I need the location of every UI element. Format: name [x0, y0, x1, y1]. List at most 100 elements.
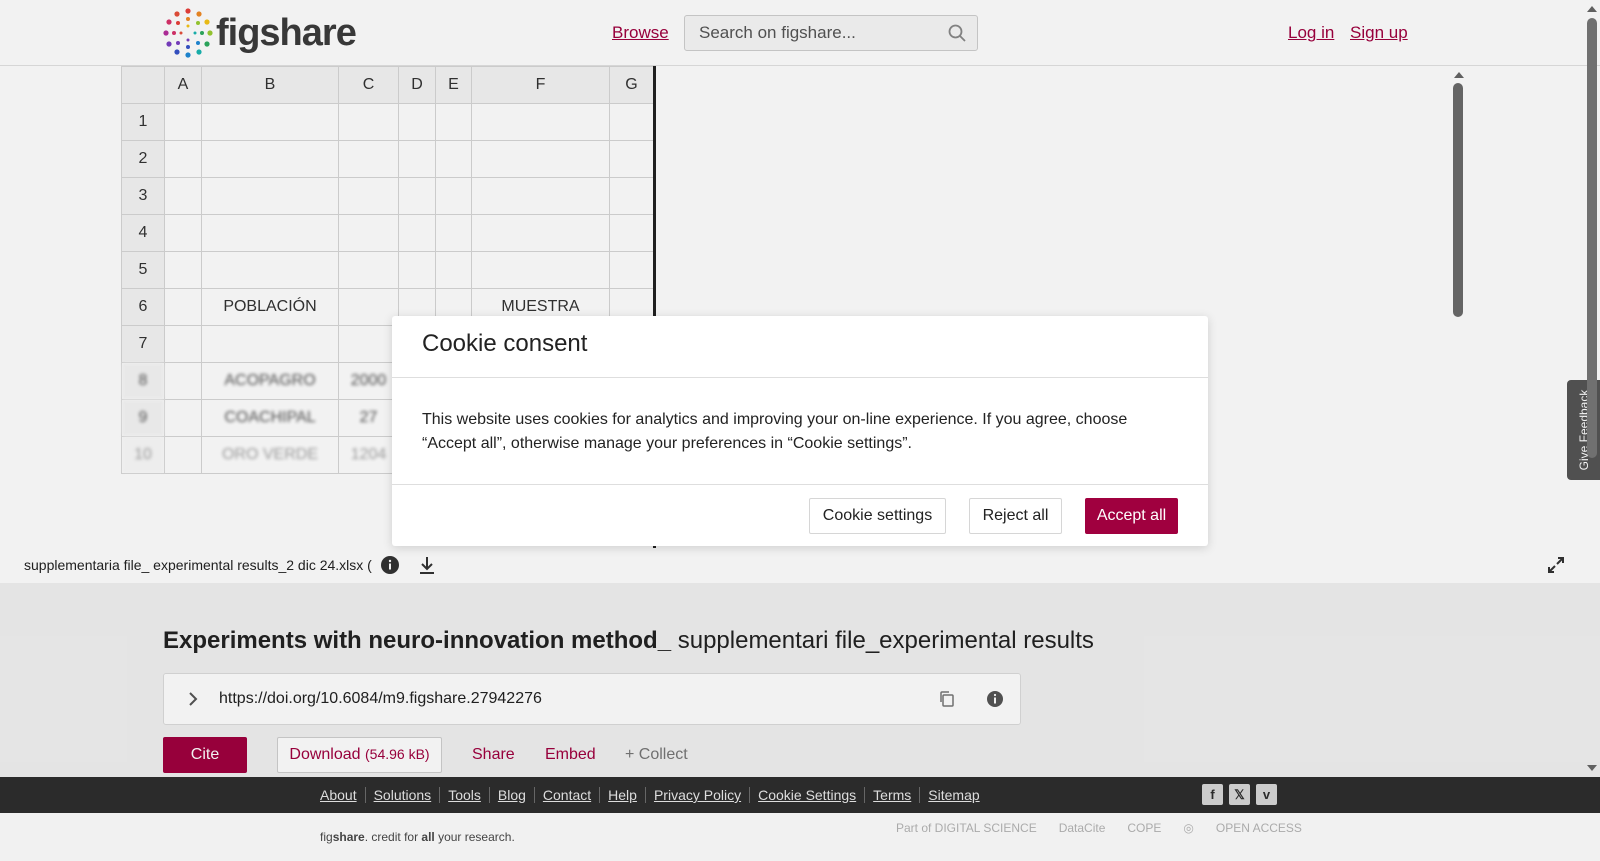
page-scrollbar[interactable] — [1584, 0, 1600, 777]
footer-link[interactable]: Blog — [488, 787, 534, 803]
sheet-cell[interactable] — [164, 288, 202, 326]
sheet-cell[interactable] — [609, 214, 654, 252]
sheet-cell[interactable] — [164, 214, 202, 252]
row-header: 4 — [121, 214, 165, 252]
accept-all-button[interactable]: Accept all — [1085, 498, 1178, 534]
footer-link[interactable]: Sitemap — [919, 787, 987, 803]
sheet-cell[interactable]: ACOPAGRO — [201, 362, 339, 400]
footer-link[interactable]: Solutions — [364, 787, 440, 803]
page-scroll-down-icon[interactable] — [1587, 765, 1597, 771]
sheet-cell[interactable] — [164, 177, 202, 215]
cookie-settings-button[interactable]: Cookie settings — [809, 498, 946, 534]
browse-link[interactable]: Browse — [612, 23, 669, 43]
sheet-cell[interactable]: POBLACIÓN — [201, 288, 339, 326]
login-link[interactable]: Log in — [1288, 23, 1334, 43]
fullscreen-icon[interactable] — [1546, 555, 1566, 575]
sheet-cell[interactable] — [471, 140, 610, 178]
sheet-cell[interactable] — [609, 140, 654, 178]
footer-link[interactable]: Terms — [864, 787, 919, 803]
sheet-cell[interactable] — [338, 177, 399, 215]
sheet-cell[interactable] — [201, 103, 339, 141]
doi-link[interactable]: https://doi.org/10.6084/m9.figshare.2794… — [219, 690, 542, 708]
download-button[interactable]: Download (54.96 kB) — [277, 737, 442, 773]
sheet-cell[interactable]: 2000 — [338, 362, 399, 400]
sheet-cell[interactable] — [201, 251, 339, 289]
sheet-cell[interactable] — [398, 177, 436, 215]
footer-link[interactable]: Contact — [533, 787, 599, 803]
footer-link[interactable]: About — [320, 787, 365, 803]
vimeo-icon[interactable]: v — [1256, 784, 1277, 805]
scrollbar-thumb[interactable] — [1453, 83, 1463, 317]
sheet-cell[interactable] — [164, 436, 202, 474]
social-links: f 𝕏 v — [1202, 784, 1277, 805]
preview-scrollbar[interactable] — [1450, 66, 1466, 376]
sheet-cell[interactable] — [435, 214, 472, 252]
sheet-cell[interactable] — [164, 325, 202, 363]
sheet-cell[interactable] — [164, 399, 202, 437]
sheet-cell[interactable]: COACHIPAL — [201, 399, 339, 437]
sheet-cell[interactable] — [164, 103, 202, 141]
sheet-cell[interactable] — [338, 288, 399, 326]
sheet-cell[interactable] — [201, 214, 339, 252]
footer-link[interactable]: Tools — [439, 787, 489, 803]
sheet-cell[interactable] — [201, 325, 339, 363]
sheet-cell[interactable] — [201, 177, 339, 215]
sheet-cell[interactable] — [398, 251, 436, 289]
x-twitter-icon[interactable]: 𝕏 — [1229, 784, 1250, 805]
collect-link[interactable]: + Collect — [625, 746, 688, 764]
sheet-cell[interactable] — [398, 140, 436, 178]
search-icon[interactable] — [947, 23, 967, 43]
sheet-cell[interactable] — [164, 362, 202, 400]
sheet-cell[interactable] — [435, 140, 472, 178]
sheet-cell[interactable] — [398, 103, 436, 141]
sheet-cell[interactable] — [609, 177, 654, 215]
sheet-cell[interactable]: ORO VERDE — [201, 436, 339, 474]
sheet-cell[interactable] — [471, 251, 610, 289]
copy-icon[interactable] — [938, 690, 956, 708]
sheet-cell[interactable] — [471, 214, 610, 252]
sheet-cell[interactable] — [435, 251, 472, 289]
sheet-cell[interactable] — [338, 251, 399, 289]
open-access-logo[interactable]: OPEN ACCESS — [1216, 821, 1302, 835]
sheet-cell[interactable] — [338, 214, 399, 252]
figshare-logo[interactable]: figshare — [162, 7, 357, 59]
sheet-cell[interactable] — [338, 325, 399, 363]
search-input[interactable] — [685, 16, 935, 50]
globe-logo-icon[interactable]: ◎ — [1183, 821, 1193, 835]
sheet-cell[interactable] — [338, 103, 399, 141]
embed-link[interactable]: Embed — [545, 746, 596, 764]
sheet-cell[interactable]: 27 — [338, 399, 399, 437]
digital-science-logo[interactable]: Part of DIGITAL SCIENCE — [896, 821, 1037, 835]
cope-logo[interactable]: COPE — [1127, 821, 1161, 835]
sheet-cell[interactable] — [435, 103, 472, 141]
sheet-cell[interactable] — [338, 140, 399, 178]
info-icon[interactable] — [986, 690, 1004, 708]
sheet-cell[interactable] — [435, 177, 472, 215]
sheet-cell[interactable] — [201, 140, 339, 178]
footer-link[interactable]: Cookie Settings — [749, 787, 864, 803]
sheet-cell[interactable] — [609, 251, 654, 289]
chevron-right-icon[interactable] — [184, 690, 202, 708]
sheet-cell[interactable]: 1204 — [338, 436, 399, 474]
footer-link[interactable]: Help — [599, 787, 645, 803]
reject-all-button[interactable]: Reject all — [969, 498, 1062, 534]
facebook-icon[interactable]: f — [1202, 784, 1223, 805]
signup-link[interactable]: Sign up — [1350, 23, 1408, 43]
page-scrollbar-thumb[interactable] — [1587, 18, 1597, 458]
info-icon[interactable] — [380, 555, 400, 575]
scroll-up-arrow-icon[interactable] — [1454, 72, 1464, 78]
sheet-cell[interactable] — [471, 177, 610, 215]
sheet-cell[interactable] — [164, 251, 202, 289]
sheet-cell[interactable] — [609, 103, 654, 141]
sheet-cell[interactable] — [471, 103, 610, 141]
sheet-cell[interactable] — [164, 140, 202, 178]
datacite-logo[interactable]: DataCite — [1059, 821, 1106, 835]
cite-button[interactable]: Cite — [163, 737, 247, 773]
download-icon[interactable] — [416, 554, 438, 576]
column-header: A — [164, 66, 202, 104]
sheet-cell[interactable] — [398, 214, 436, 252]
footer-link[interactable]: Privacy Policy — [644, 787, 749, 803]
column-header: E — [435, 66, 472, 104]
share-link[interactable]: Share — [472, 746, 515, 764]
page-scroll-up-icon[interactable] — [1587, 6, 1597, 12]
